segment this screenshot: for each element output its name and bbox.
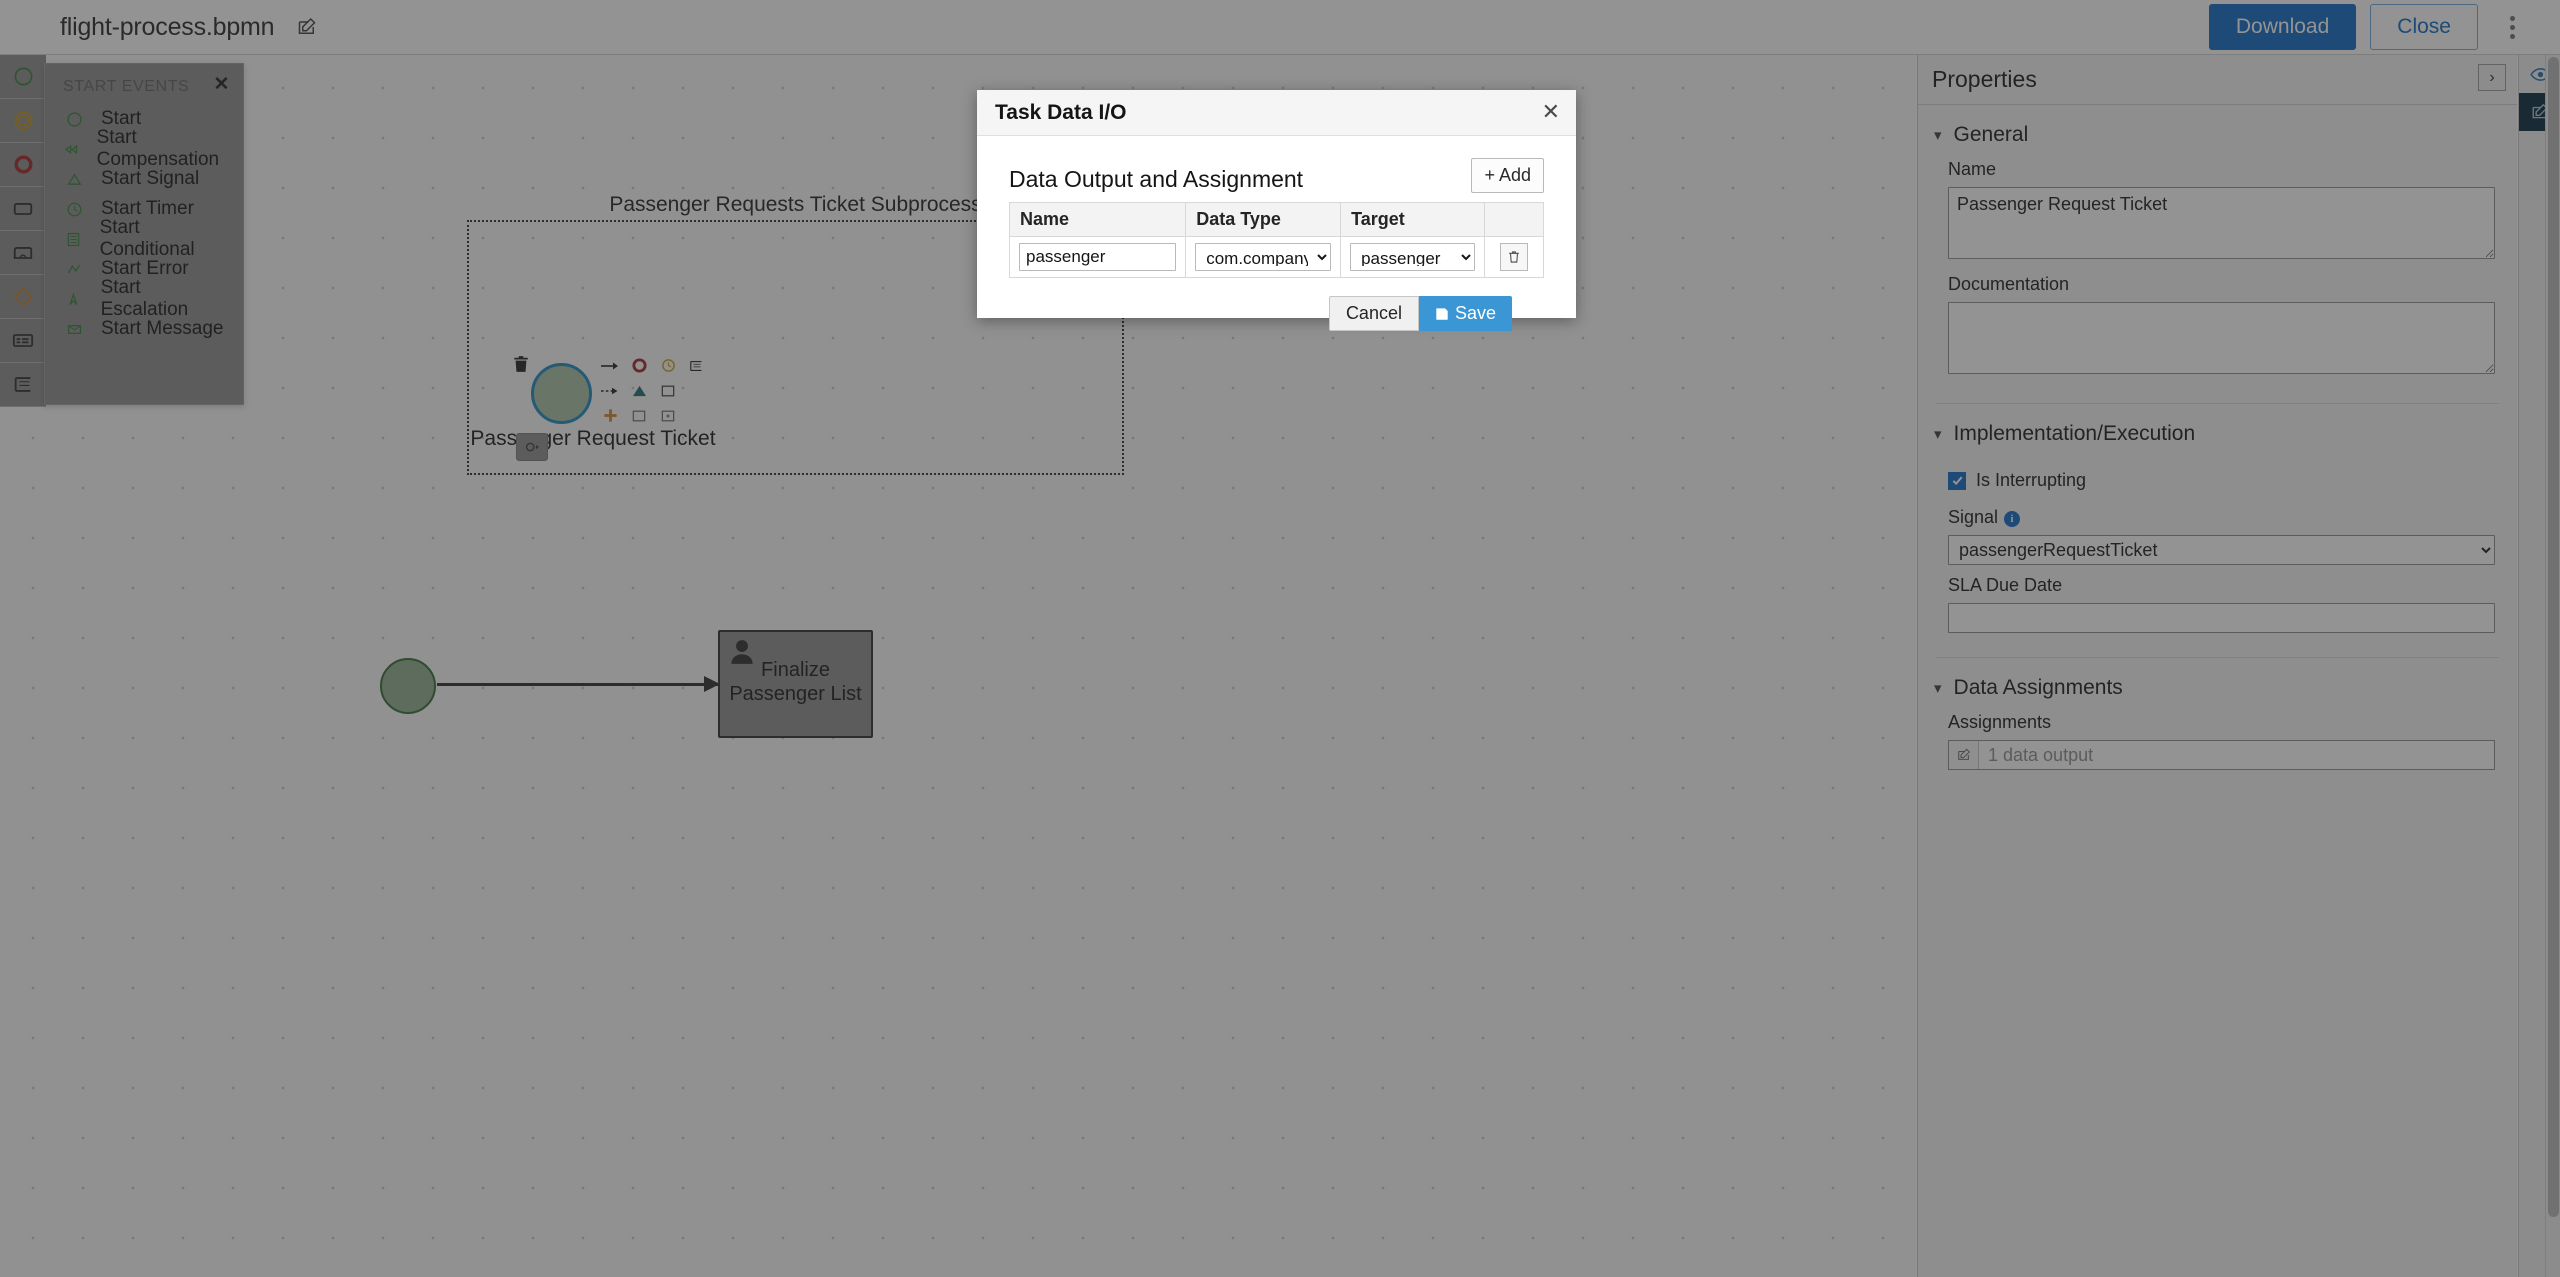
save-button[interactable]: Save xyxy=(1418,296,1512,331)
cell-target: passenger xyxy=(1340,236,1486,278)
cell-data-type: com.company.Pass xyxy=(1185,236,1342,278)
modal-footer: Cancel Save xyxy=(1009,278,1544,331)
trash-icon[interactable] xyxy=(1500,243,1529,271)
modal-section-header: Data Output and Assignment + Add xyxy=(1009,158,1544,193)
cancel-button[interactable]: Cancel xyxy=(1328,296,1419,331)
modal-title: Task Data I/O xyxy=(995,100,1127,124)
data-io-table: Name Data Type Target com.company.Pass xyxy=(1008,202,1544,278)
add-button[interactable]: + Add xyxy=(1471,158,1544,193)
bpmn-editor-app: flight-process.bpmn Download Close Passe… xyxy=(0,0,2560,1277)
modal-header: Task Data I/O ✕ xyxy=(977,90,1576,136)
table-row: com.company.Pass passenger xyxy=(1008,236,1544,278)
modal-section-title: Data Output and Assignment xyxy=(1009,166,1304,192)
modal-body: Data Output and Assignment + Add Name Da… xyxy=(977,136,1576,331)
cell-name xyxy=(1008,236,1187,278)
target-select[interactable]: passenger xyxy=(1350,243,1476,271)
table-header-row: Name Data Type Target xyxy=(1008,202,1544,237)
column-header-actions xyxy=(1484,202,1544,237)
save-label: Save xyxy=(1454,303,1496,323)
data-type-select[interactable]: com.company.Pass xyxy=(1195,243,1332,271)
task-data-io-modal: Task Data I/O ✕ Data Output and Assignme… xyxy=(977,90,1576,331)
cell-actions xyxy=(1484,236,1544,278)
column-header-target: Target xyxy=(1340,202,1486,237)
name-input[interactable] xyxy=(1019,243,1177,271)
column-header-name: Name xyxy=(1008,202,1187,237)
floppy-disk-icon xyxy=(1436,307,1448,320)
column-header-data-type: Data Type xyxy=(1185,202,1342,237)
close-icon[interactable]: ✕ xyxy=(1542,101,1560,123)
